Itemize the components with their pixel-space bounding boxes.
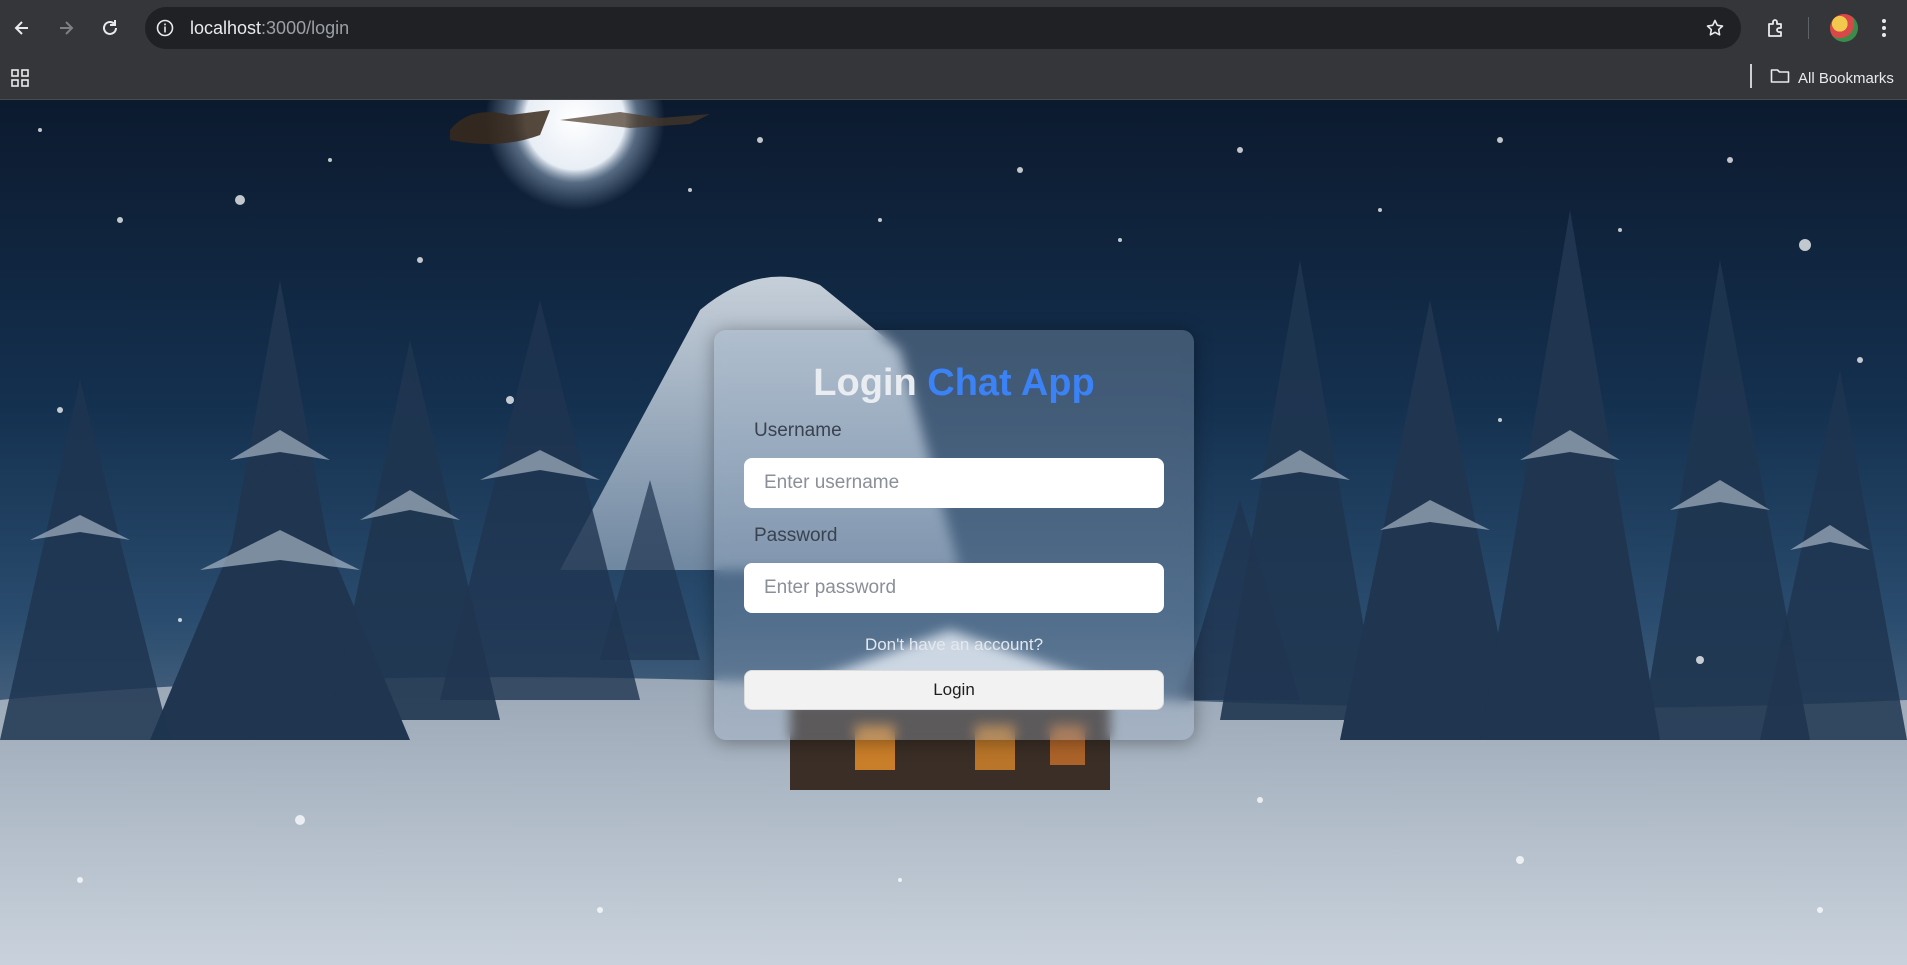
- browser-toolbar: localhost:3000/login: [0, 0, 1907, 56]
- password-label: Password: [754, 525, 838, 546]
- bookmarks-bar: All Bookmarks: [0, 56, 1907, 100]
- arrow-right-icon[interactable]: [52, 14, 80, 42]
- url-text[interactable]: localhost:3000/login: [190, 18, 349, 39]
- login-button[interactable]: Login: [744, 670, 1164, 710]
- avatar[interactable]: [1830, 14, 1858, 42]
- login-page: Login Chat App Username Password Don't h…: [0, 100, 1907, 965]
- login-card: Login Chat App Username Password Don't h…: [714, 330, 1194, 740]
- folder-icon: [1770, 67, 1790, 89]
- apps-grid-icon[interactable]: [6, 64, 34, 92]
- password-input[interactable]: [744, 563, 1164, 613]
- title-main: Login: [813, 362, 917, 404]
- all-bookmarks-label: All Bookmarks: [1798, 69, 1894, 87]
- signup-link[interactable]: Don't have an account?: [714, 635, 1194, 655]
- kebab-menu-icon[interactable]: [1872, 14, 1896, 42]
- arrow-left-icon[interactable]: [8, 14, 36, 42]
- puzzle-icon[interactable]: [1762, 14, 1790, 42]
- username-label: Username: [754, 420, 842, 441]
- title-accent: Chat App: [927, 362, 1095, 404]
- url-host: localhost: [190, 18, 262, 38]
- bookmarks-divider: [1750, 64, 1752, 88]
- address-bar[interactable]: localhost:3000/login: [145, 7, 1741, 49]
- page-title: Login Chat App: [714, 362, 1194, 405]
- url-path: :3000/login: [261, 18, 350, 38]
- star-icon[interactable]: [1703, 16, 1727, 40]
- toolbar-divider: [1808, 17, 1809, 39]
- reload-icon[interactable]: [96, 14, 124, 42]
- all-bookmarks-button[interactable]: All Bookmarks: [1770, 66, 1894, 90]
- username-input[interactable]: [744, 458, 1164, 508]
- info-icon[interactable]: [153, 16, 177, 40]
